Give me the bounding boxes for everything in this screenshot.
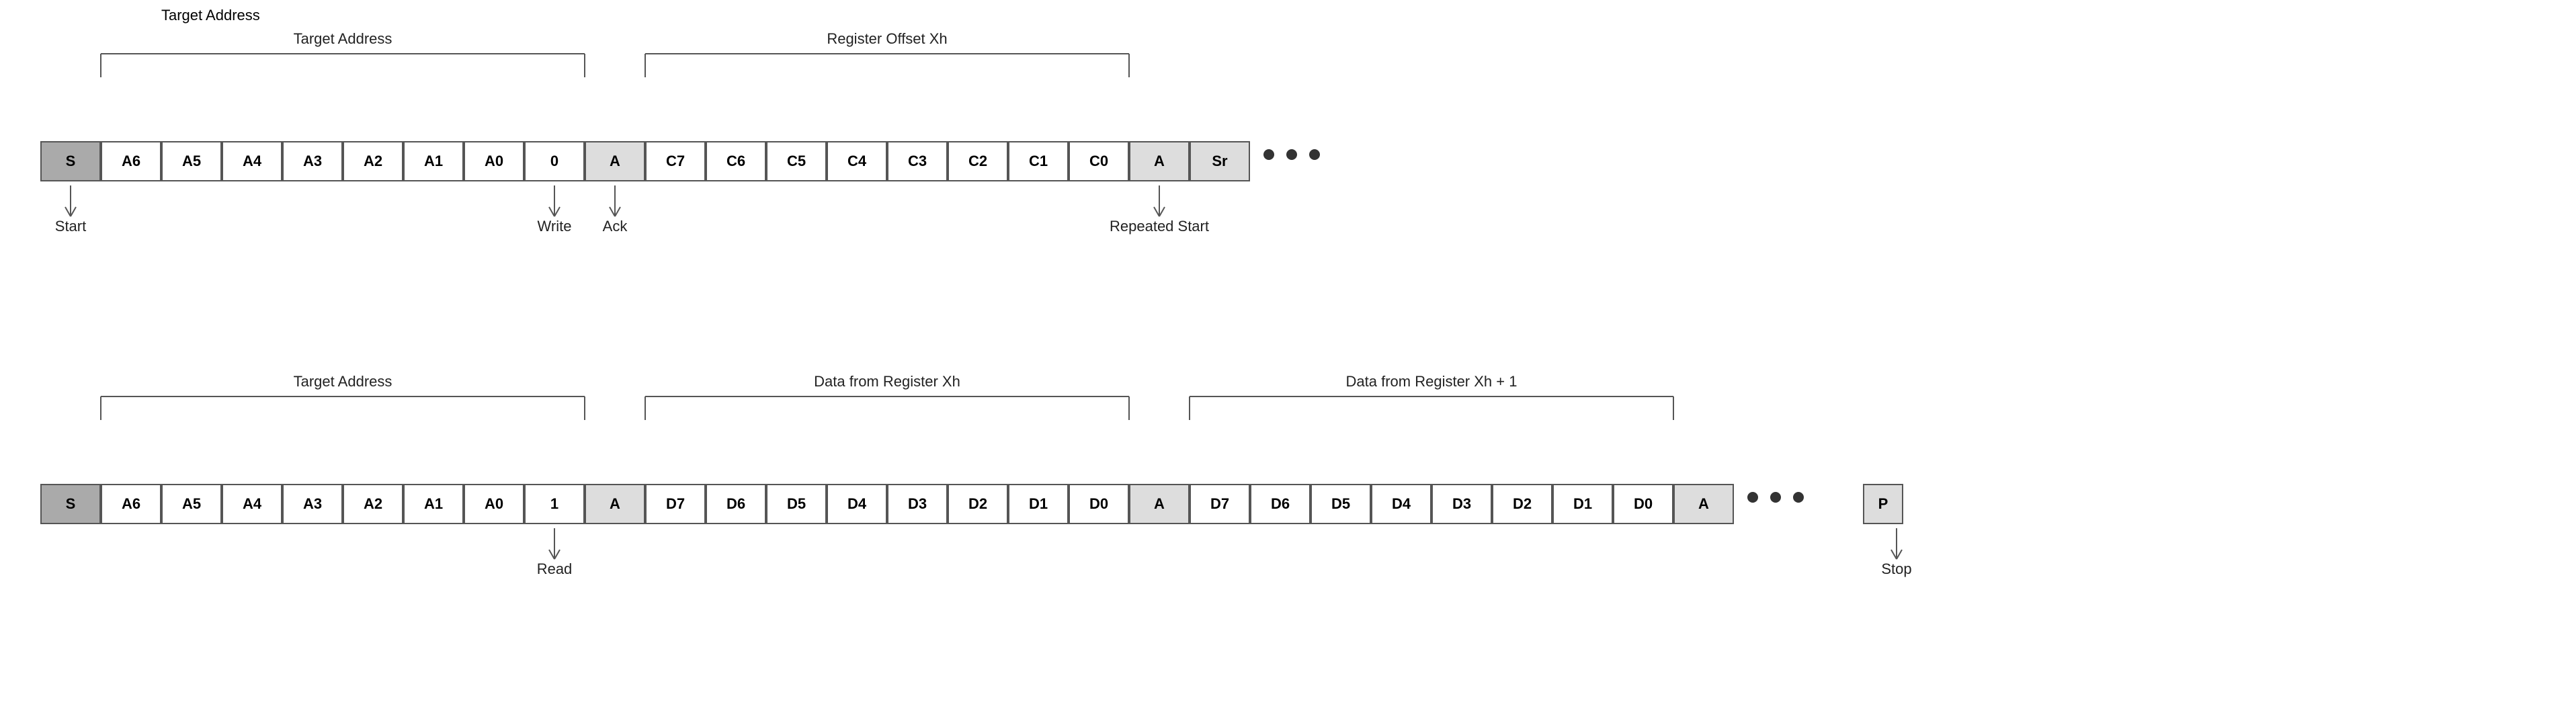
- row1-cell-6: A1: [403, 141, 464, 181]
- row2-cell-18: A: [1129, 484, 1190, 524]
- svg-text:Start: Start: [55, 218, 86, 235]
- row1-cell-1: A6: [101, 141, 161, 181]
- row2-cell-5: A2: [343, 484, 403, 524]
- row2-cell-7: A0: [464, 484, 524, 524]
- row2-cell-1: A6: [101, 484, 161, 524]
- row2-cell-23: D3: [1431, 484, 1492, 524]
- diagram-container: SA6A5A4A3A2A1A00AC7C6C5C4C3C2C1C0ASr SA6…: [0, 0, 2576, 711]
- dot6: [1793, 492, 1804, 503]
- row1-cell-7: A0: [464, 141, 524, 181]
- p-cell: P: [1863, 484, 1903, 524]
- svg-text:Write: Write: [538, 218, 572, 235]
- dot3: [1309, 149, 1320, 160]
- svg-text:Target Address: Target Address: [294, 30, 392, 47]
- row1-cells: SA6A5A4A3A2A1A00AC7C6C5C4C3C2C1C0ASr: [40, 141, 1250, 181]
- dot4: [1747, 492, 1758, 503]
- row1-cell-15: C2: [948, 141, 1008, 181]
- row2-cell-17: D0: [1069, 484, 1129, 524]
- dot1: [1263, 149, 1274, 160]
- row2-cell-14: D3: [887, 484, 948, 524]
- row2-cell-13: D4: [827, 484, 887, 524]
- row1-cell-9: A: [585, 141, 645, 181]
- row2-cell-11: D6: [706, 484, 766, 524]
- row1-cell-18: A: [1129, 141, 1190, 181]
- row1-cell-4: A3: [282, 141, 343, 181]
- row2-cell-24: D2: [1492, 484, 1552, 524]
- row2-cell-25: D1: [1552, 484, 1613, 524]
- row2-cells: SA6A5A4A3A2A1A01AD7D6D5D4D3D2D1D0AD7D6D5…: [40, 484, 1734, 524]
- row1-cell-0: S: [40, 141, 101, 181]
- overlay-svg: Target Address Register Offset Xh Start Wri…: [0, 0, 2576, 711]
- row2-cell-4: A3: [282, 484, 343, 524]
- row2-cell-15: D2: [948, 484, 1008, 524]
- row2-cell-27: A: [1673, 484, 1734, 524]
- row2-cell-26: D0: [1613, 484, 1673, 524]
- svg-text:Read: Read: [537, 560, 573, 577]
- row1-cell-11: C6: [706, 141, 766, 181]
- row2-cell-3: A4: [222, 484, 282, 524]
- row1-cell-16: C1: [1008, 141, 1069, 181]
- svg-text:Data from Register Xh + 1: Data from Register Xh + 1: [1346, 373, 1518, 390]
- row2-cell-21: D5: [1311, 484, 1371, 524]
- svg-text:Target Address: Target Address: [294, 373, 392, 390]
- dot5: [1770, 492, 1781, 503]
- row2-cell-19: D7: [1190, 484, 1250, 524]
- row2-cell-6: A1: [403, 484, 464, 524]
- row1-cell-12: C5: [766, 141, 827, 181]
- row1-cell-5: A2: [343, 141, 403, 181]
- row2-cell-12: D5: [766, 484, 827, 524]
- row1-cell-8: 0: [524, 141, 585, 181]
- row1-cell-14: C3: [887, 141, 948, 181]
- row2-cell-22: D4: [1371, 484, 1431, 524]
- svg-text:Stop: Stop: [1881, 560, 1911, 577]
- row2-cell-16: D1: [1008, 484, 1069, 524]
- row1-cell-13: C4: [827, 141, 887, 181]
- row1-dots: [1263, 149, 1320, 160]
- row2-cell-8: 1: [524, 484, 585, 524]
- svg-text:Ack: Ack: [603, 218, 628, 235]
- row1-cell-2: A5: [161, 141, 222, 181]
- row2-dots: [1747, 492, 1804, 503]
- row1-cell-10: C7: [645, 141, 706, 181]
- row1-cell-17: C0: [1069, 141, 1129, 181]
- label-target-address-1: Target Address: [161, 7, 260, 24]
- row1-cell-19: Sr: [1190, 141, 1250, 181]
- svg-text:Register Offset Xh: Register Offset Xh: [827, 30, 947, 47]
- svg-text:Repeated Start: Repeated Start: [1110, 218, 1209, 235]
- row2-cell-20: D6: [1250, 484, 1311, 524]
- row2-cell-9: A: [585, 484, 645, 524]
- row2-cell-0: S: [40, 484, 101, 524]
- row2-cell-2: A5: [161, 484, 222, 524]
- dot2: [1286, 149, 1297, 160]
- svg-text:Data from Register Xh: Data from Register Xh: [814, 373, 960, 390]
- row2-cell-10: D7: [645, 484, 706, 524]
- row1-cell-3: A4: [222, 141, 282, 181]
